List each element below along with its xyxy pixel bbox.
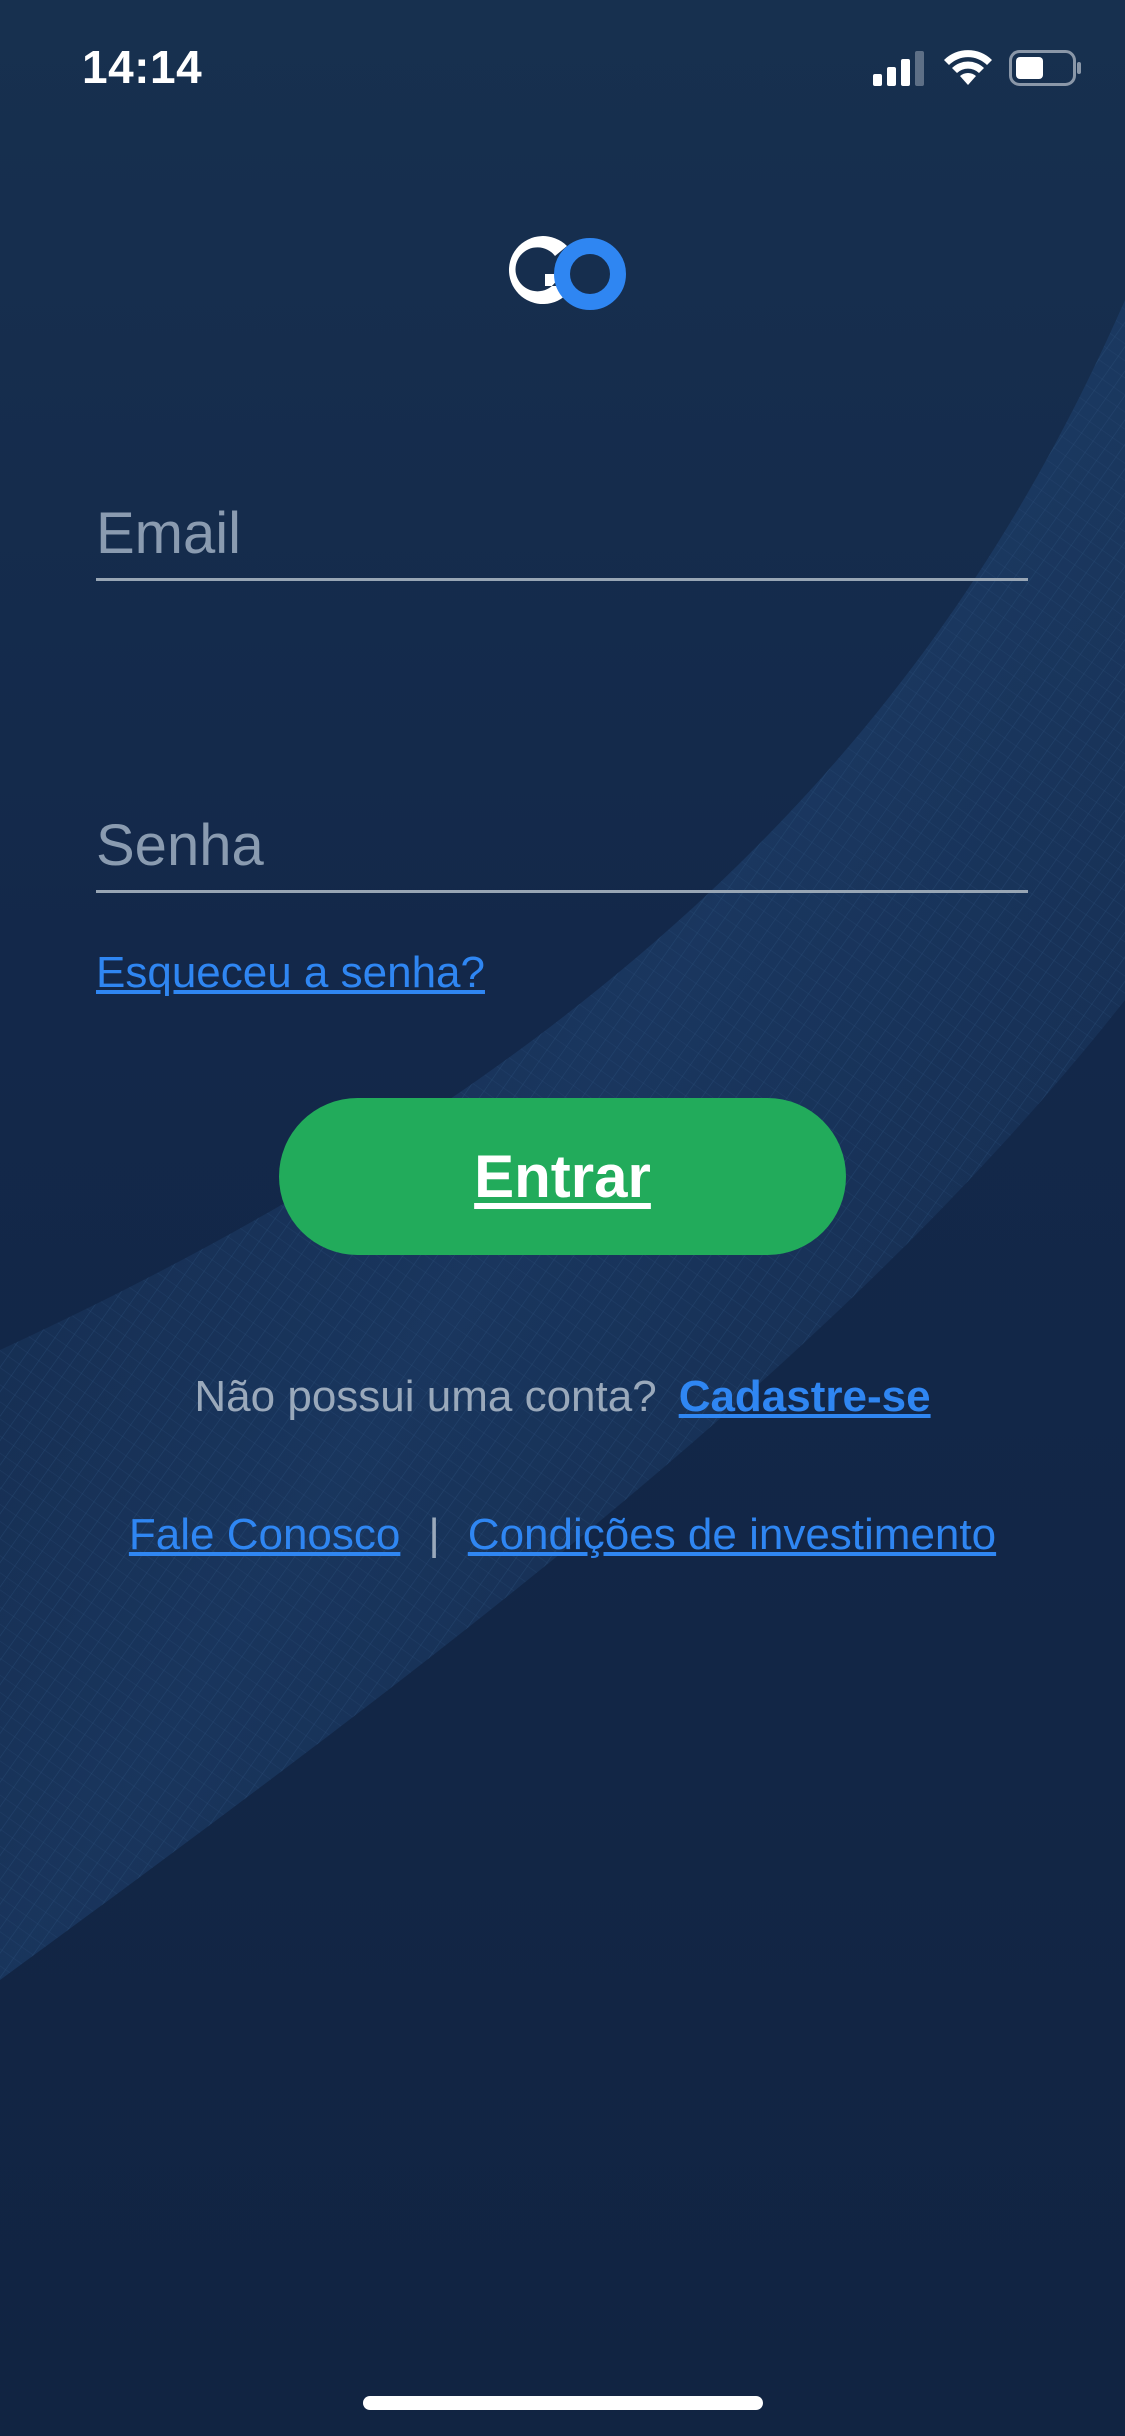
footer-separator: |: [428, 1510, 440, 1559]
forgot-password-link[interactable]: Esqueceu a senha?: [96, 948, 485, 998]
signup-link[interactable]: Cadastre-se: [679, 1372, 931, 1421]
cellular-signal-icon: [873, 51, 924, 86]
home-indicator[interactable]: [363, 2396, 763, 2410]
contact-link[interactable]: Fale Conosco: [129, 1510, 400, 1559]
signup-prompt: Não possui uma conta?: [194, 1372, 657, 1421]
login-screen: 14:14 Email Esqueceu a senha? Entrar Não…: [0, 0, 1125, 2436]
login-button-label: Entrar: [474, 1143, 651, 1210]
wifi-icon: [944, 50, 992, 85]
password-field-wrapper: [96, 800, 1028, 893]
battery-icon: [1009, 50, 1081, 86]
go-logo: [508, 236, 626, 310]
signup-row: Não possui uma conta? Cadastre-se: [0, 1372, 1125, 1422]
email-field-wrapper: [96, 488, 1028, 581]
footer-links: Fale Conosco | Condições de investimento: [0, 1510, 1125, 1560]
investment-terms-link[interactable]: Condições de investimento: [468, 1510, 996, 1559]
login-button[interactable]: Entrar: [279, 1098, 846, 1255]
status-icons: [873, 48, 1083, 88]
email-field[interactable]: [96, 488, 1028, 578]
password-field[interactable]: [96, 800, 1028, 890]
status-time: 14:14: [82, 41, 203, 93]
status-bar: 14:14: [0, 0, 1125, 140]
